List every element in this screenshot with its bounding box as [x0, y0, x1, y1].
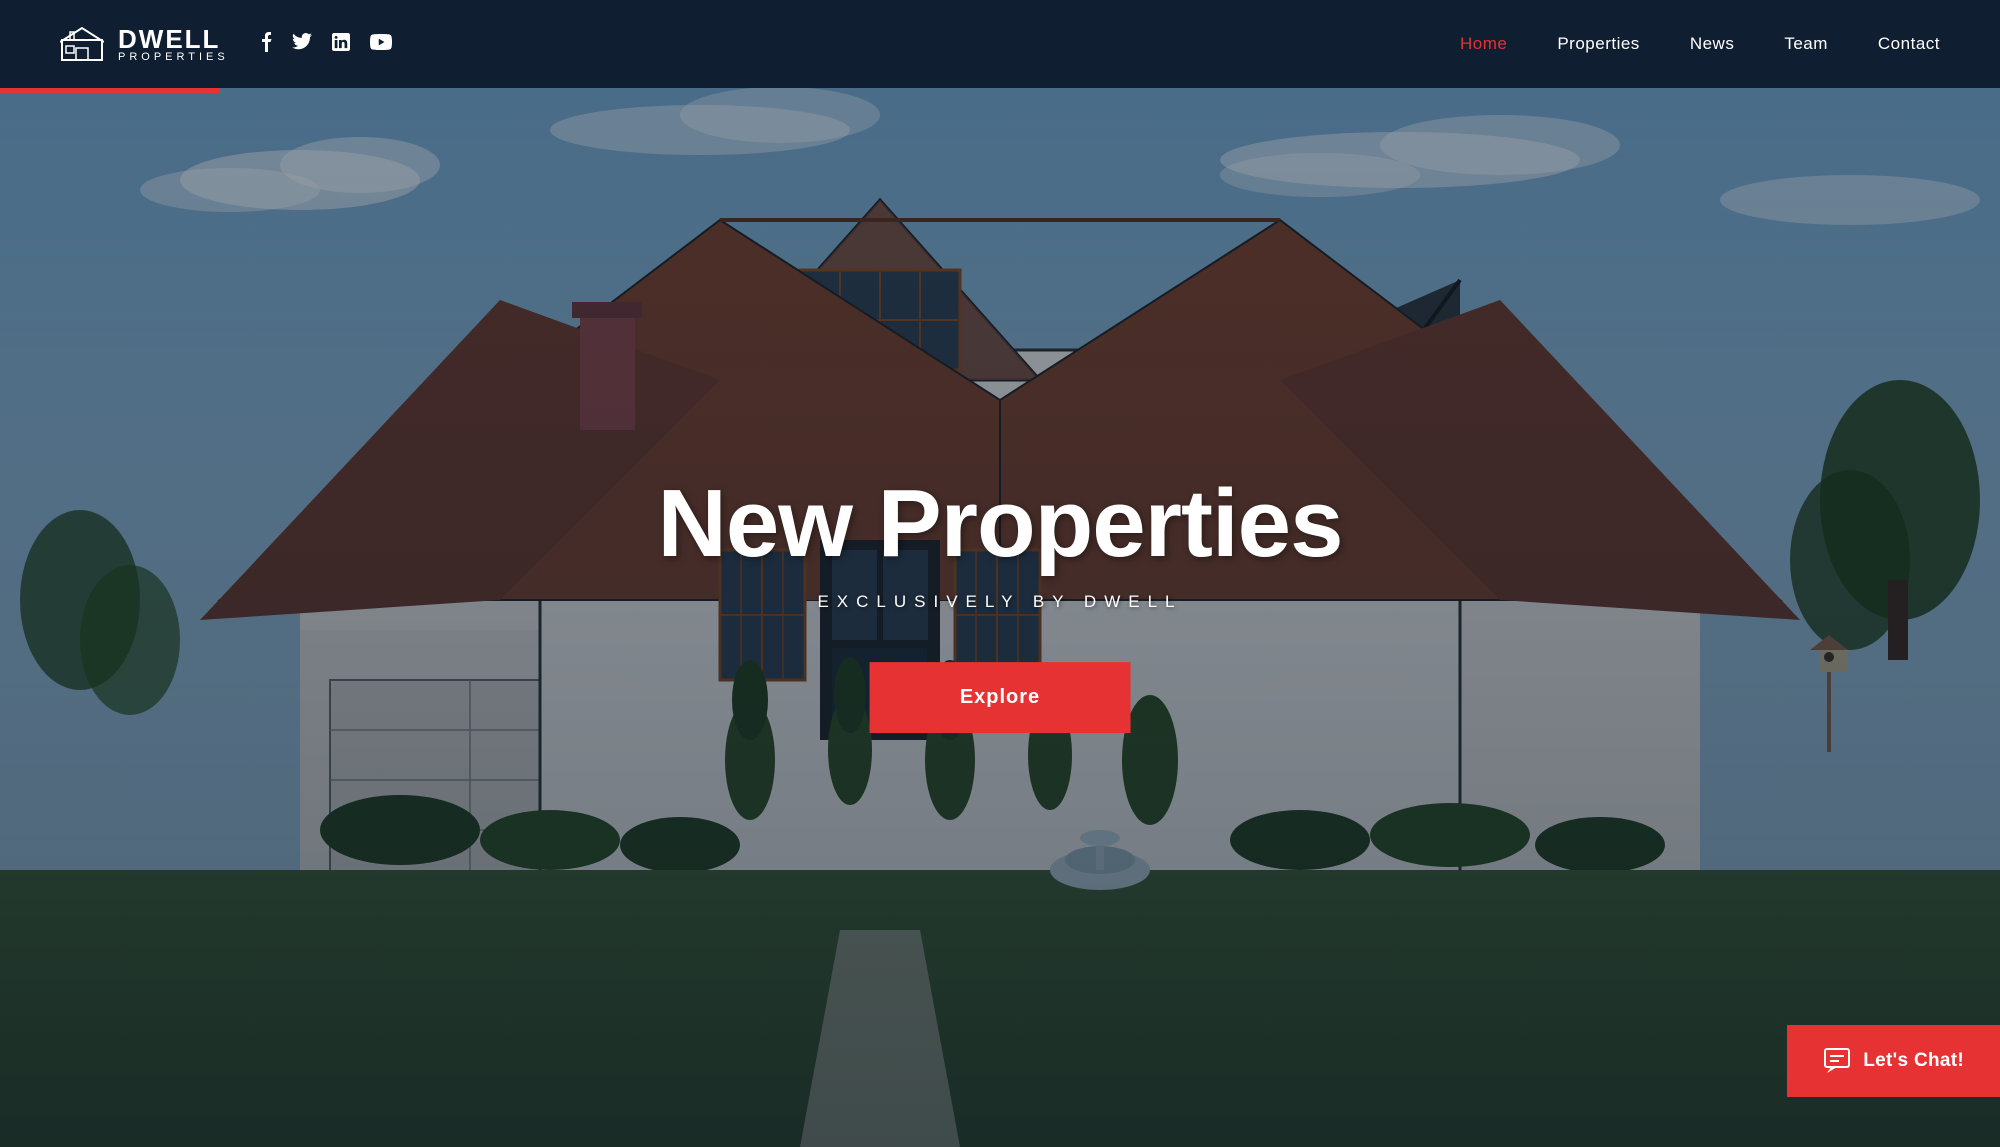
logo-icon [60, 26, 104, 62]
social-icons [261, 32, 392, 57]
navbar: DWELL PROPERTIES [0, 0, 2000, 88]
nav-properties[interactable]: Properties [1557, 34, 1639, 54]
twitter-icon [292, 33, 312, 50]
youtube-icon [370, 34, 392, 50]
hero-title: New Properties [658, 474, 1343, 575]
accent-bar [0, 88, 220, 93]
logo[interactable]: DWELL PROPERTIES [60, 26, 229, 63]
logo-brand-name: DWELL [118, 26, 229, 52]
hero-content: New Properties EXCLUSIVELY BY DWELL Expl… [658, 474, 1343, 734]
linkedin-link[interactable] [332, 33, 350, 56]
hero-section: New Properties EXCLUSIVELY BY DWELL Expl… [0, 0, 2000, 1147]
nav-news[interactable]: News [1690, 34, 1735, 54]
logo-subtitle: PROPERTIES [118, 52, 229, 63]
chat-button[interactable]: Let's Chat! [1787, 1025, 2000, 1097]
facebook-link[interactable] [261, 32, 272, 57]
navbar-right: Home Properties News Team Contact [1460, 34, 1940, 54]
chat-label: Let's Chat! [1863, 1050, 1964, 1072]
facebook-icon [261, 32, 272, 52]
chat-icon [1823, 1047, 1851, 1075]
twitter-link[interactable] [292, 33, 312, 55]
nav-contact[interactable]: Contact [1878, 34, 1940, 54]
nav-home[interactable]: Home [1460, 34, 1507, 54]
youtube-link[interactable] [370, 34, 392, 55]
nav-team[interactable]: Team [1784, 34, 1828, 54]
logo-text: DWELL PROPERTIES [118, 26, 229, 63]
navbar-left: DWELL PROPERTIES [60, 26, 392, 63]
linkedin-icon [332, 33, 350, 51]
hero-subtitle: EXCLUSIVELY BY DWELL [658, 592, 1343, 612]
explore-button[interactable]: Explore [870, 662, 1130, 733]
